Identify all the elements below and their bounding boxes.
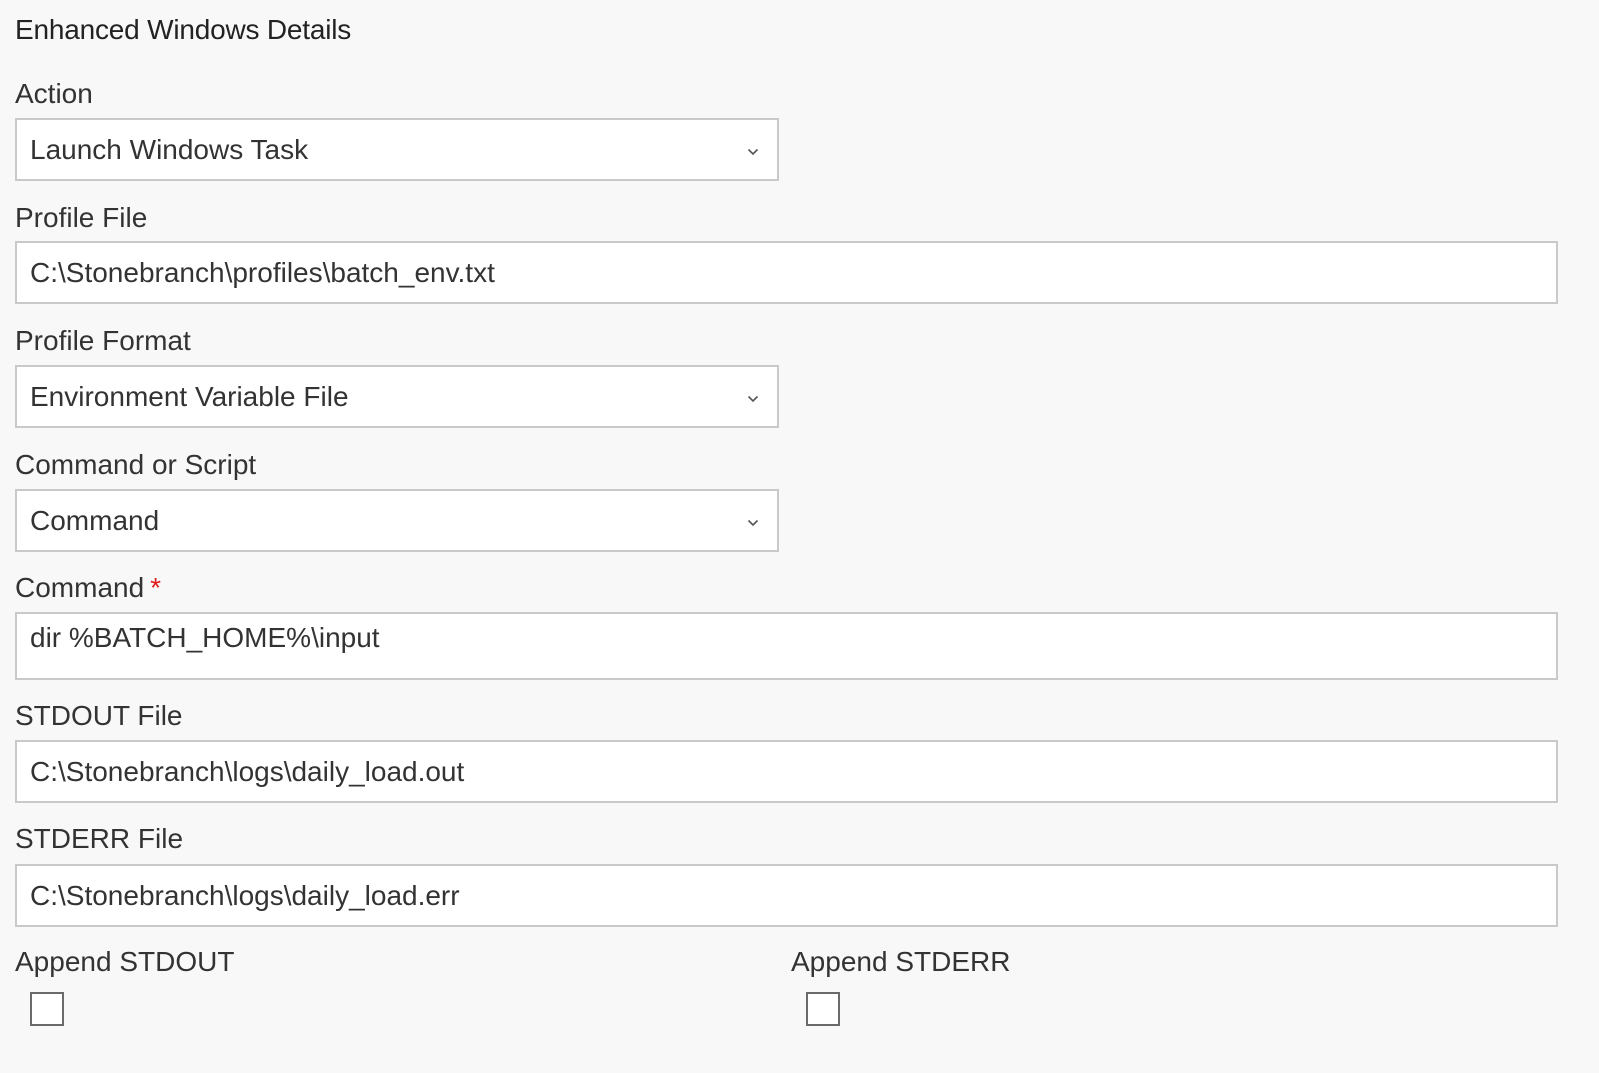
append-stdout-label: Append STDOUT	[15, 946, 235, 977]
append-stderr-group: Append STDERR	[791, 946, 1010, 1026]
command-or-script-label: Command or Script	[15, 449, 257, 480]
command-textarea[interactable]: dir %BATCH_HOME%\input	[15, 612, 1558, 680]
stdout-file-label: STDOUT File	[15, 700, 183, 731]
action-select[interactable]: Launch Windows Task	[15, 118, 779, 181]
chevron-down-icon	[747, 395, 759, 402]
command-or-script-select-value: Command	[30, 504, 160, 536]
command-label-text: Command	[15, 572, 145, 603]
profile-file-input[interactable]: C:\Stonebranch\profiles\batch_env.txt	[15, 241, 1558, 304]
stderr-file-label: STDERR File	[15, 823, 184, 854]
append-stderr-checkbox[interactable]	[806, 992, 840, 1026]
append-stdout-checkbox[interactable]	[30, 992, 64, 1026]
stderr-file-value: C:\Stonebranch\logs\daily_load.err	[30, 879, 460, 911]
profile-format-label: Profile Format	[15, 325, 191, 356]
required-indicator: *	[150, 572, 162, 603]
append-stdout-group: Append STDOUT	[15, 946, 234, 1026]
chevron-down-icon	[747, 519, 759, 526]
action-select-value: Launch Windows Task	[30, 133, 309, 165]
append-stderr-label: Append STDERR	[791, 946, 1011, 977]
section-title: Enhanced Windows Details	[15, 14, 352, 45]
command-label: Command *	[15, 572, 161, 604]
stdout-file-value: C:\Stonebranch\logs\daily_load.out	[30, 755, 465, 787]
command-or-script-select[interactable]: Command	[15, 489, 779, 552]
stdout-file-input[interactable]: C:\Stonebranch\logs\daily_load.out	[15, 740, 1558, 803]
profile-format-select-value: Environment Variable File	[30, 380, 349, 412]
profile-file-value: C:\Stonebranch\profiles\batch_env.txt	[30, 256, 495, 288]
chevron-down-icon	[747, 148, 759, 155]
command-value: dir %BATCH_HOME%\input	[30, 622, 380, 653]
action-label: Action	[15, 78, 93, 109]
profile-file-label: Profile File	[15, 202, 148, 233]
enhanced-windows-details-form: Enhanced Windows Details Action Launch W…	[0, 0, 1599, 1073]
stderr-file-input[interactable]: C:\Stonebranch\logs\daily_load.err	[15, 864, 1558, 927]
profile-format-select[interactable]: Environment Variable File	[15, 365, 779, 428]
